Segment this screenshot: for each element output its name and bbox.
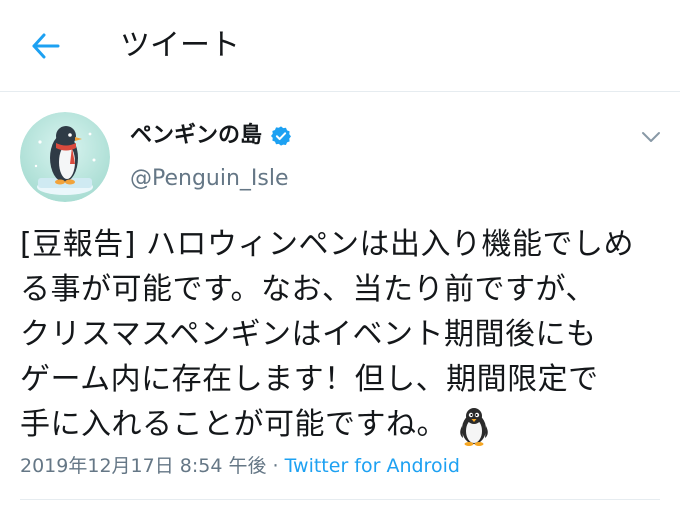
penguin-avatar-image xyxy=(20,112,110,202)
tweet-line-text: 手に入れることが可能ですね。 xyxy=(20,407,447,442)
top-bar: ツイート xyxy=(0,0,680,92)
tweet-line: [豆報告] ハロウィンペンは出入り機能でしめ xyxy=(20,227,634,262)
user-handle[interactable]: @Penguin_Isle xyxy=(130,163,289,195)
verified-badge-icon xyxy=(271,126,292,146)
display-name[interactable]: ペンギンの島 xyxy=(130,120,292,152)
tweet-meta: 2019年12月17日 8:54 午後 · Twitter for Androi… xyxy=(20,452,460,480)
timestamp[interactable]: 2019年12月17日 8:54 午後 · xyxy=(20,455,285,477)
divider xyxy=(20,499,660,500)
tweet-line: る事が可能です。なお、当たり前ですが、 xyxy=(20,272,596,307)
avatar[interactable] xyxy=(20,112,110,202)
tweet-line: ゲーム内に存在します！但し、期間限定で xyxy=(20,362,599,397)
penguin-emoji-icon xyxy=(460,407,488,446)
display-name-text: ペンギンの島 xyxy=(130,123,263,148)
tweet-body: [豆報告] ハロウィンペンは出入り機能でしめ る事が可能です。なお、当たり前です… xyxy=(20,222,660,447)
tweet-line-last: 手に入れることが可能ですね。 xyxy=(20,402,660,447)
back-button[interactable] xyxy=(26,26,66,66)
tweet-line: クリスマスペンギンはイベント期間後にも xyxy=(20,317,597,352)
chevron-down-icon xyxy=(642,132,660,142)
arrow-left-icon xyxy=(32,33,60,59)
source-link[interactable]: Twitter for Android xyxy=(285,455,460,477)
page-title: ツイート xyxy=(120,28,240,63)
tweet-menu-button[interactable] xyxy=(636,126,666,148)
